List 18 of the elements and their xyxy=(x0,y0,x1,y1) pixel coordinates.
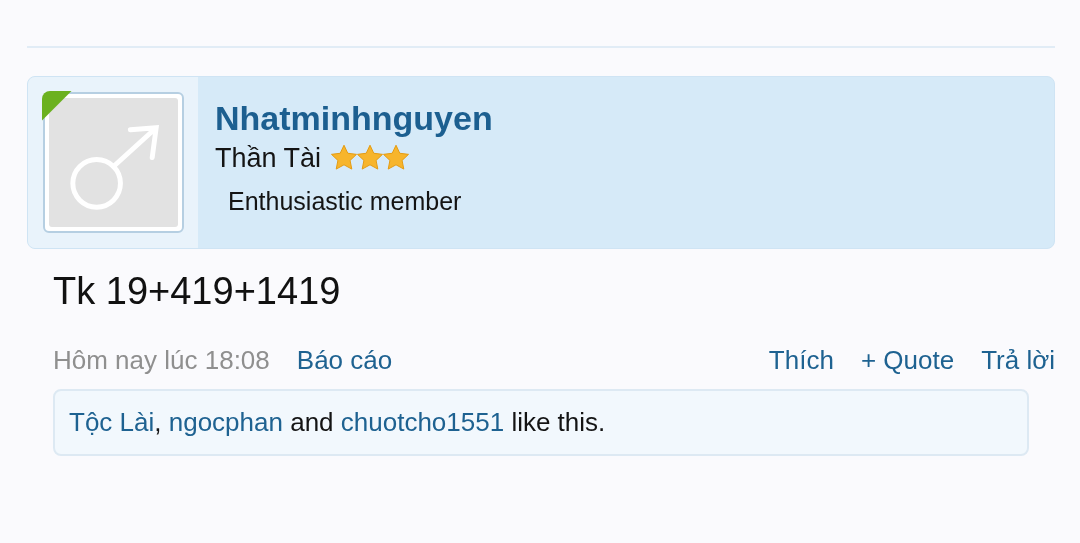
star-icon xyxy=(355,144,386,172)
post-action-link[interactable]: + Quote xyxy=(860,343,955,377)
liker-link[interactable]: ngocphan xyxy=(168,407,283,437)
post-time: Hôm nay lúc 18:08 xyxy=(53,344,270,377)
likes-sentence: Tộc Lài, ngocphan and chuotcho1551 like this. xyxy=(69,406,606,439)
username-link[interactable]: Nhatminhnguyen xyxy=(215,97,493,139)
male-symbol-icon xyxy=(69,125,159,210)
star-icon xyxy=(381,144,412,172)
post-message: Tk 19+419+1419 xyxy=(53,269,342,314)
post-action-link[interactable]: Thích xyxy=(768,343,834,377)
star-icon xyxy=(329,144,360,172)
user-rank: Enthusiastic member xyxy=(228,186,463,217)
report-link[interactable]: Báo cáo xyxy=(296,343,393,377)
liker-link[interactable]: chuotcho1551 xyxy=(340,407,505,437)
user-title: Thần Tài xyxy=(215,142,322,175)
liker-link[interactable]: Tộc Lài xyxy=(69,407,155,437)
post-action-link[interactable]: Trả lời xyxy=(981,343,1055,377)
avatar[interactable] xyxy=(42,92,184,233)
